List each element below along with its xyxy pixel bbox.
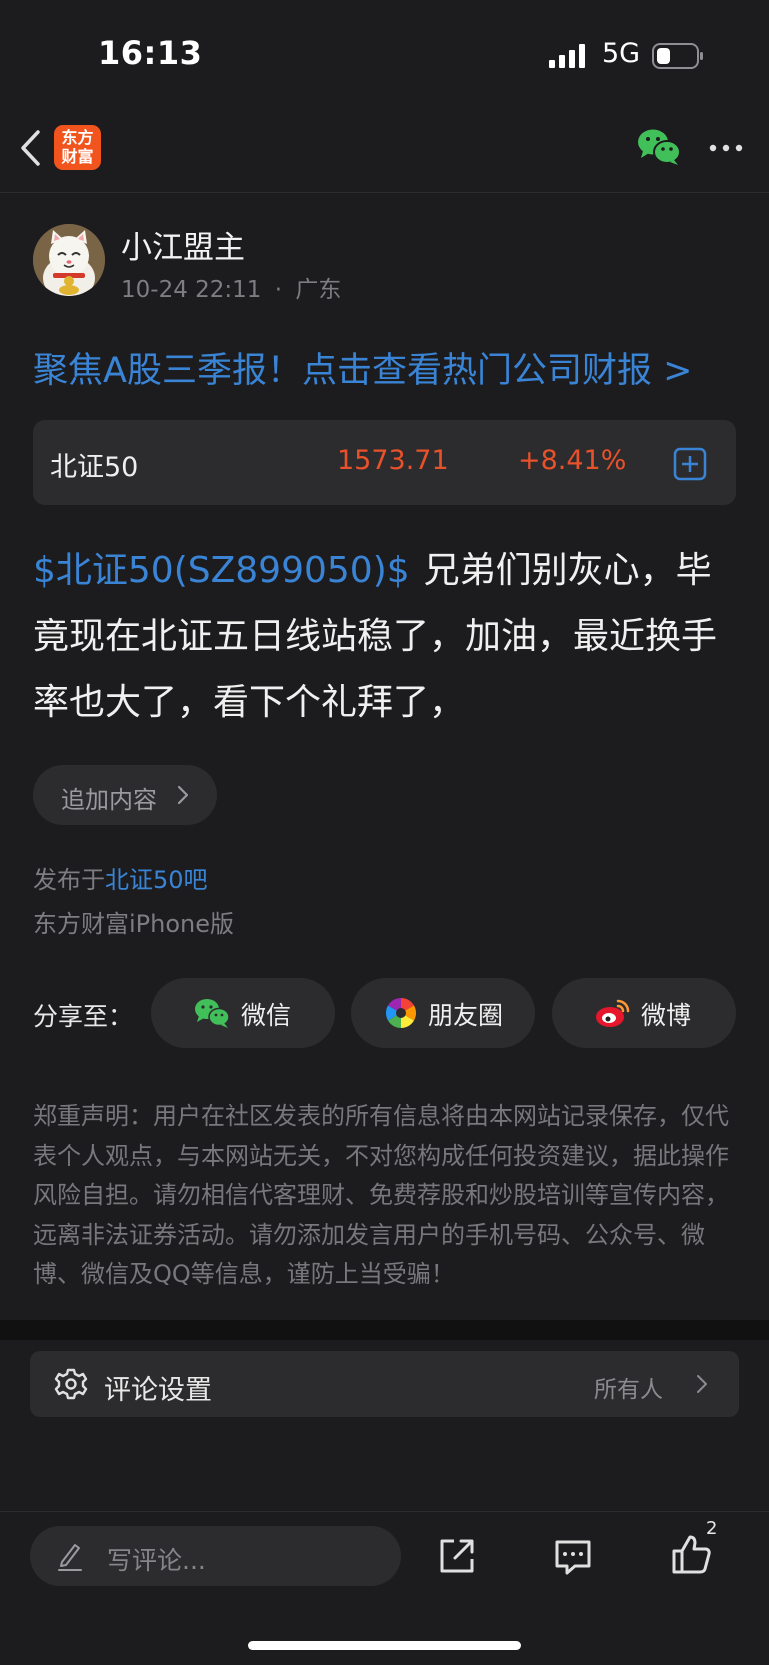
comment-input[interactable] xyxy=(30,1526,401,1586)
battery-icon xyxy=(652,43,703,69)
comment-settings-value: 所有人 xyxy=(594,1377,663,1403)
bar-link[interactable]: 北证50吧 xyxy=(105,866,208,894)
more-icon[interactable] xyxy=(708,138,744,158)
weibo-icon xyxy=(596,999,630,1027)
section-separator xyxy=(0,1320,769,1340)
back-icon[interactable] xyxy=(18,128,44,168)
avatar[interactable] xyxy=(33,224,105,296)
home-indicator xyxy=(248,1641,521,1650)
promo-link[interactable]: 聚焦A股三季报！点击查看热门公司财报 > xyxy=(33,342,692,393)
share-wechat-label: 微信 xyxy=(241,1001,292,1030)
published-in: 发布于北证50吧 xyxy=(33,860,208,895)
share-moments-label: 朋友圈 xyxy=(428,1001,504,1030)
comments-icon[interactable] xyxy=(553,1537,593,1577)
chevron-right-icon xyxy=(697,1375,707,1393)
client-source: 东方财富iPhone版 xyxy=(33,910,235,938)
add-watchlist-icon[interactable] xyxy=(673,447,707,481)
moments-icon xyxy=(385,998,417,1028)
wechat-icon xyxy=(195,999,230,1028)
network-label: 5G xyxy=(602,38,641,69)
pen-icon xyxy=(58,1544,82,1571)
share-out-icon[interactable] xyxy=(437,1536,477,1576)
stock-change: +8.41% xyxy=(518,445,627,476)
logo-text-line2: 财富 xyxy=(61,147,94,166)
author-name[interactable]: 小江盟主 xyxy=(121,222,245,267)
comment-settings-label: 评论设置 xyxy=(104,1375,212,1406)
stock-name: 北证50 xyxy=(50,452,139,483)
signal-icon xyxy=(549,44,585,68)
like-count: 2 xyxy=(706,1518,718,1539)
chevron-right-icon xyxy=(177,785,189,805)
wechat-share-icon[interactable] xyxy=(637,128,681,166)
comment-placeholder: 写评论... xyxy=(107,1546,206,1575)
post-date: 10-24 22:11 xyxy=(121,277,262,303)
share-weibo-label: 微博 xyxy=(641,1001,692,1030)
thumbs-up-icon[interactable] xyxy=(670,1533,712,1575)
logo-text-line1: 东方 xyxy=(61,128,94,147)
stock-price: 1573.71 xyxy=(337,445,449,476)
lucky-cat-avatar-icon xyxy=(33,224,105,296)
disclaimer-text: 郑重声明：用户在社区发表的所有信息将由本网站记录保存，仅代表个人观点，与本网站无… xyxy=(33,1102,729,1288)
append-content-label: 追加内容 xyxy=(61,786,157,814)
nav-divider xyxy=(0,192,769,193)
published-prefix: 发布于 xyxy=(33,866,105,894)
post-body: $北证50(SZ899050)$ 兄弟们别灰心，毕竟现在北证五日线站稳了，加油，最… xyxy=(33,538,739,736)
bottom-divider xyxy=(0,1511,769,1512)
stock-tag-link[interactable]: $北证50(SZ899050)$ xyxy=(33,550,410,591)
gear-icon xyxy=(54,1368,88,1400)
status-time: 16:13 xyxy=(98,34,203,72)
app-logo: 东方 财富 xyxy=(54,125,101,170)
meta-separator: · xyxy=(274,277,283,303)
post-location: 广东 xyxy=(295,277,342,303)
post-meta: 10-24 22:11 · 广东 xyxy=(121,270,341,304)
share-label: 分享至： xyxy=(33,1002,134,1031)
